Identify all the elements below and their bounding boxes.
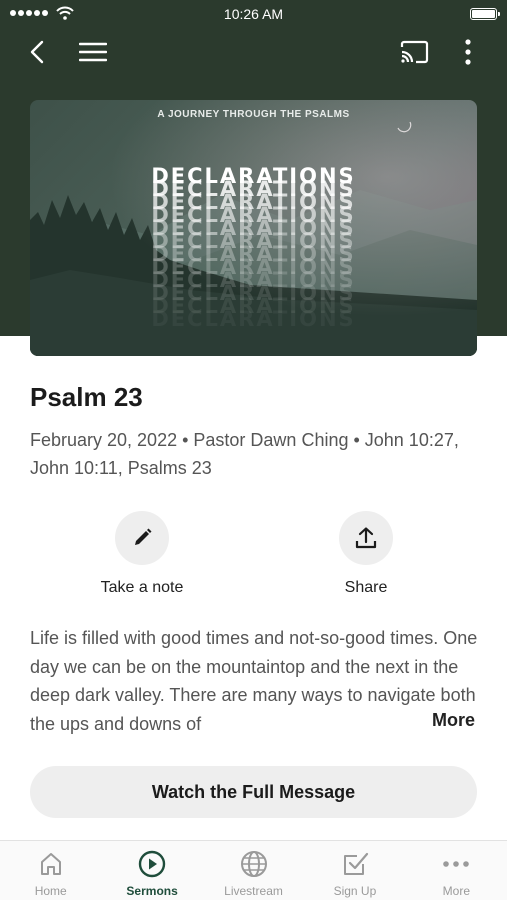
- tab-home[interactable]: Home: [0, 841, 101, 900]
- tab-label: Home: [34, 884, 67, 898]
- tab-label: Sermons: [126, 884, 178, 898]
- more-options-button[interactable]: [452, 36, 484, 68]
- tab-label: Sign Up: [333, 884, 377, 898]
- ellipsis-icon: [443, 861, 470, 867]
- bottom-tab-bar: Home Sermons Livestream Sign Up More: [0, 840, 507, 900]
- share-label: Share: [344, 579, 388, 596]
- tab-label: More: [442, 884, 470, 898]
- chevron-left-icon: [30, 40, 44, 64]
- read-more-link[interactable]: More: [426, 710, 476, 731]
- status-time: 10:26 AM: [223, 6, 284, 22]
- menu-button[interactable]: [77, 36, 109, 68]
- checkbox-icon: [343, 852, 369, 875]
- series-kicker: A JOURNEY THROUGH THE PSALMS: [157, 109, 350, 120]
- share-button[interactable]: [339, 511, 393, 565]
- share-action[interactable]: Share: [266, 511, 466, 597]
- battery-icon: [470, 8, 500, 20]
- series-title-echo: DECLARATIONS: [151, 307, 356, 331]
- cast-button[interactable]: [398, 36, 430, 68]
- watch-full-message-button[interactable]: Watch the Full Message: [30, 766, 477, 818]
- sermon-series-artwork: A JOURNEY THROUGH THE PSALMS DECLARATION…: [30, 100, 477, 356]
- home-icon: [40, 853, 61, 875]
- hamburger-menu-icon: [79, 42, 107, 62]
- take-note-button[interactable]: [115, 511, 169, 565]
- tab-sign-up[interactable]: Sign Up: [304, 841, 405, 900]
- status-bar: 10:26 AM: [0, 0, 507, 28]
- top-navigation: [0, 30, 507, 74]
- sermon-meta: February 20, 2022 • Pastor Dawn Ching • …: [30, 430, 459, 478]
- tab-sermons[interactable]: Sermons: [101, 841, 202, 900]
- take-note-action[interactable]: Take a note: [42, 511, 242, 597]
- globe-icon: [240, 851, 267, 877]
- pencil-icon: [135, 528, 152, 545]
- sermon-title: Psalm 23: [30, 382, 143, 412]
- tab-more[interactable]: More: [406, 841, 507, 900]
- share-upload-icon: [355, 527, 377, 549]
- play-circle-icon: [138, 850, 166, 878]
- tab-label: Livestream: [224, 884, 283, 898]
- back-button[interactable]: [22, 36, 54, 68]
- tab-livestream[interactable]: Livestream: [203, 841, 304, 900]
- vertical-ellipsis-icon: [465, 39, 471, 65]
- take-note-label: Take a note: [100, 579, 184, 596]
- cast-icon: [400, 40, 429, 64]
